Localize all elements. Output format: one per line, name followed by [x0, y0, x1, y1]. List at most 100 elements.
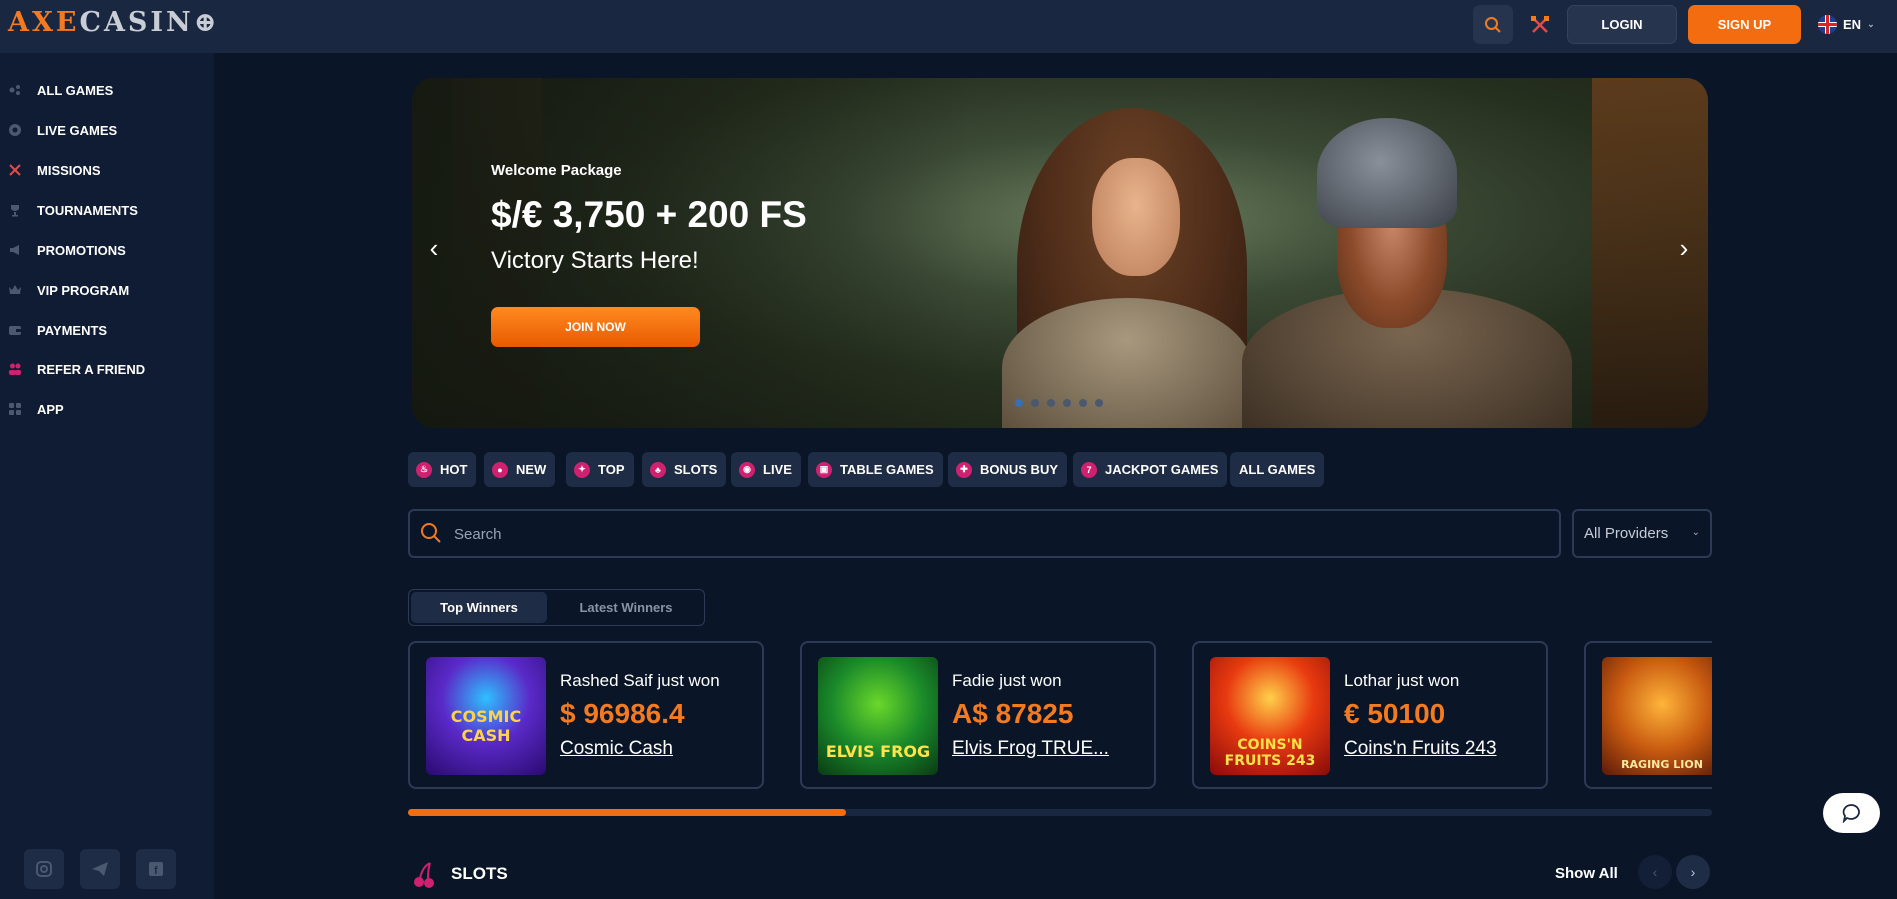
- tab-latest-winners[interactable]: Latest Winners: [549, 592, 703, 623]
- winner-amount: € 50100: [1344, 698, 1446, 729]
- sidebar-item-label: LIVE GAMES: [37, 122, 118, 138]
- providers-select[interactable]: All Providers ⌄: [1572, 509, 1712, 558]
- show-all-link[interactable]: Show All: [1555, 865, 1618, 882]
- sidebar-item-label: ALL GAMES: [37, 82, 114, 98]
- crossed-axes-icon: [7, 162, 23, 178]
- search-icon: [1485, 16, 1501, 33]
- sidebar-item-tournaments[interactable]: TOURNAMENTS: [0, 195, 214, 225]
- search-icon: [421, 523, 441, 543]
- sidebar-item-app[interactable]: APP: [0, 394, 214, 424]
- winner-name: Lothar just won: [1344, 671, 1460, 690]
- new-badge-icon: ●: [492, 461, 508, 478]
- live-chip-icon: ◉: [739, 461, 755, 478]
- crossed-axes-icon: [1531, 15, 1549, 33]
- sidebar: ALL GAMES LIVE GAMES MISSIONS TOURNAMENT…: [0, 53, 214, 899]
- slide-dots: [1015, 399, 1103, 407]
- top-header: AXECASIN⊕ LOGIN SIGN UP EN ⌄: [0, 0, 1897, 53]
- live-chip-icon: [7, 122, 23, 138]
- hero-banner[interactable]: Welcome Package $/€ 3,750 + 200 FS Victo…: [412, 78, 1708, 428]
- category-tab-top[interactable]: ✦ TOP: [566, 452, 634, 487]
- facebook-button[interactable]: f: [136, 849, 176, 889]
- telegram-button[interactable]: [80, 849, 120, 889]
- game-thumbnail[interactable]: COSMIC CASH: [426, 657, 546, 775]
- sidebar-item-label: APP: [37, 401, 64, 417]
- thumbnail-title: COINS'N FRUITS 243: [1224, 737, 1316, 769]
- crown-icon: [7, 282, 23, 298]
- sidebar-item-all-games[interactable]: ALL GAMES: [0, 75, 214, 105]
- category-tab-all-games[interactable]: ALL GAMES: [1230, 452, 1325, 487]
- login-button[interactable]: LOGIN: [1567, 5, 1677, 44]
- category-label: ALL GAMES: [1239, 462, 1316, 477]
- header-missions-button[interactable]: [1525, 7, 1555, 42]
- chevron-down-icon: ⌄: [1691, 527, 1700, 538]
- sidebar-item-label: MISSIONS: [37, 162, 101, 178]
- game-thumbnail[interactable]: ELVIS FROG: [818, 657, 938, 775]
- logo-casino-text: CASIN: [79, 7, 194, 38]
- category-tab-live[interactable]: ◉ LIVE: [731, 452, 801, 487]
- signup-button[interactable]: SIGN UP: [1688, 5, 1801, 44]
- thumbnail-title: ELVIS FROG: [825, 742, 931, 761]
- winner-amount: A$ 87825: [952, 698, 1074, 729]
- hero-prev-arrow-icon[interactable]: ‹: [422, 233, 446, 263]
- hero-next-arrow-icon[interactable]: ›: [1672, 233, 1696, 263]
- winner-game-link[interactable]: Coins'n Fruits 243: [1344, 738, 1497, 760]
- category-tab-table-games[interactable]: ▣ TABLE GAMES: [808, 452, 943, 487]
- game-search-input[interactable]: Search: [408, 509, 1561, 558]
- slots-next-arrow-icon[interactable]: ›: [1676, 855, 1710, 889]
- search-placeholder: Search: [454, 526, 502, 543]
- sidebar-item-label: PAYMENTS: [37, 322, 108, 338]
- gift-icon: ✚: [956, 461, 972, 478]
- facebook-icon: f: [149, 862, 163, 877]
- winners-tabs: Top Winners Latest Winners: [408, 589, 705, 626]
- slide-dot[interactable]: [1047, 399, 1055, 407]
- winner-card[interactable]: COINS'N FRUITS 243 Lothar just won € 501…: [1192, 641, 1548, 789]
- friends-icon: [7, 361, 23, 377]
- category-tab-slots[interactable]: ♣ SLOTS: [642, 452, 727, 487]
- winner-card[interactable]: COSMIC CASH Rashed Saif just won $ 96986…: [408, 641, 764, 789]
- thumbnail-title: COSMIC CASH: [450, 707, 522, 745]
- sidebar-item-vip-program[interactable]: VIP PROGRAM: [0, 275, 214, 305]
- fire-icon: ♨: [416, 461, 432, 478]
- slide-dot[interactable]: [1063, 399, 1071, 407]
- sidebar-item-label: REFER A FRIEND: [37, 361, 146, 377]
- sidebar-item-live-games[interactable]: LIVE GAMES: [0, 115, 214, 145]
- casino-logo[interactable]: AXECASIN⊕: [8, 8, 219, 38]
- category-tab-new[interactable]: ● NEW: [484, 452, 556, 487]
- logo-shield-glyph: ⊕: [193, 7, 220, 38]
- sidebar-item-missions[interactable]: MISSIONS: [0, 155, 214, 185]
- slide-dot[interactable]: [1095, 399, 1103, 407]
- join-now-button[interactable]: JOIN NOW: [491, 307, 700, 347]
- instagram-button[interactable]: [24, 849, 64, 889]
- uk-flag-icon: [1818, 14, 1837, 34]
- live-chat-button[interactable]: [1823, 793, 1880, 833]
- game-thumbnail[interactable]: COINS'N FRUITS 243: [1210, 657, 1330, 775]
- instagram-icon: [36, 861, 52, 877]
- cherry-icon: [414, 862, 434, 888]
- section-title-slots: SLOTS: [451, 864, 508, 883]
- winner-card[interactable]: RAGING LION: [1584, 641, 1712, 789]
- slide-dot[interactable]: [1079, 399, 1087, 407]
- tab-top-winners[interactable]: Top Winners: [411, 592, 547, 623]
- winner-game-link[interactable]: Elvis Frog TRUE...: [952, 738, 1109, 760]
- sidebar-item-label: PROMOTIONS: [37, 242, 126, 258]
- wallet-icon: [7, 322, 23, 338]
- sidebar-item-promotions[interactable]: PROMOTIONS: [0, 235, 214, 265]
- winners-scroll-progress[interactable]: [408, 809, 1712, 816]
- cherry-icon: ♣: [650, 461, 666, 478]
- slide-dot[interactable]: [1015, 399, 1023, 407]
- slide-dot[interactable]: [1031, 399, 1039, 407]
- header-search-button[interactable]: [1473, 5, 1513, 44]
- winner-game-link[interactable]: Cosmic Cash: [560, 738, 673, 760]
- slots-prev-arrow-icon[interactable]: ‹: [1638, 855, 1672, 889]
- category-label: BONUS BUY: [980, 462, 1059, 477]
- app-grid-icon: [7, 401, 23, 417]
- language-selector[interactable]: EN ⌄: [1818, 13, 1875, 35]
- game-thumbnail[interactable]: RAGING LION: [1602, 657, 1712, 775]
- sidebar-item-refer-a-friend[interactable]: REFER A FRIEND: [0, 354, 214, 384]
- language-code: EN: [1843, 16, 1862, 32]
- category-tab-bonus-buy[interactable]: ✚ BONUS BUY: [948, 452, 1068, 487]
- winner-card[interactable]: ELVIS FROG Fadie just won A$ 87825 Elvis…: [800, 641, 1156, 789]
- category-tab-jackpot-games[interactable]: 7 JACKPOT GAMES: [1073, 452, 1228, 487]
- category-tab-hot[interactable]: ♨ HOT: [408, 452, 477, 487]
- sidebar-item-payments[interactable]: PAYMENTS: [0, 315, 214, 345]
